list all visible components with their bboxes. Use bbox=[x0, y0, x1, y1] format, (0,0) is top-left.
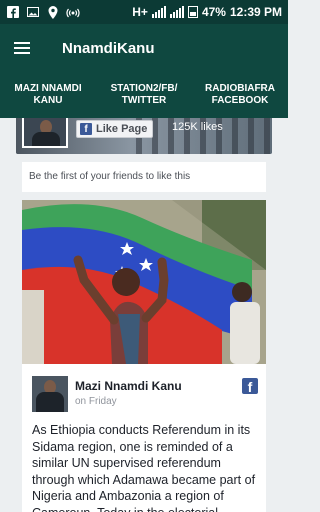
like-page-button[interactable]: f Like Page bbox=[76, 120, 154, 138]
notification-icons bbox=[6, 5, 80, 19]
signal-icon-2 bbox=[169, 6, 184, 18]
page-avatar[interactable] bbox=[22, 118, 68, 148]
tab-label: MAZI NNAMDI bbox=[14, 83, 82, 94]
status-bar: H+ 47% 12:39 PM bbox=[0, 0, 288, 24]
hotspot-icon bbox=[66, 5, 80, 19]
app-title: NnamdiKanu bbox=[62, 39, 155, 57]
web-content[interactable]: f Like Page 125K likes Be the first of y… bbox=[0, 118, 288, 512]
tab-bar: MAZI NNAMDI KANU STATION2/FB/ TWITTER RA… bbox=[0, 72, 288, 118]
friends-like-notice: Be the first of your friends to like thi… bbox=[22, 162, 266, 192]
clock: 12:39 PM bbox=[229, 5, 282, 19]
facebook-icon[interactable]: f bbox=[242, 378, 258, 394]
system-status: H+ 47% 12:39 PM bbox=[132, 5, 282, 19]
post-image[interactable] bbox=[22, 200, 266, 364]
author-name[interactable]: Mazi Nnamdi Kanu bbox=[75, 379, 182, 393]
network-type: H+ bbox=[132, 5, 148, 19]
tab-label: KANU bbox=[33, 95, 63, 106]
facebook-icon bbox=[6, 5, 20, 19]
battery-icon bbox=[187, 6, 198, 18]
facebook-icon: f bbox=[80, 123, 92, 135]
tab-radiobiafra-facebook[interactable]: RADIOBIAFRA FACEBOOK bbox=[192, 72, 288, 118]
app-bar: NnamdiKanu bbox=[0, 24, 288, 72]
post-card: Mazi Nnamdi Kanu on Friday f As Ethiopia… bbox=[22, 200, 266, 512]
signal-icon bbox=[151, 6, 166, 18]
author-avatar[interactable] bbox=[32, 376, 68, 412]
page-plugin-header[interactable]: f Like Page 125K likes bbox=[16, 118, 272, 154]
tab-label: RADIOBIAFRA bbox=[205, 83, 275, 94]
hamburger-menu-icon[interactable] bbox=[14, 42, 30, 54]
location-icon bbox=[46, 5, 60, 19]
post-time[interactable]: on Friday bbox=[75, 396, 117, 407]
post-text: As Ethiopia conducts Referendum in its S… bbox=[32, 423, 256, 512]
tab-label: STATION2/FB/ bbox=[110, 83, 178, 94]
battery-percent: 47% bbox=[201, 5, 226, 19]
tab-label: FACEBOOK bbox=[211, 95, 269, 106]
image-icon bbox=[26, 5, 40, 19]
post-author-row: Mazi Nnamdi Kanu on Friday f bbox=[32, 376, 258, 412]
tab-label: TWITTER bbox=[121, 95, 167, 106]
tab-mazi-nnamdi-kanu[interactable]: MAZI NNAMDI KANU bbox=[0, 72, 96, 118]
tab-station2-fb-twitter[interactable]: STATION2/FB/ TWITTER bbox=[96, 72, 192, 118]
likes-count: 125K likes bbox=[172, 121, 223, 133]
like-page-label: Like Page bbox=[96, 123, 148, 135]
